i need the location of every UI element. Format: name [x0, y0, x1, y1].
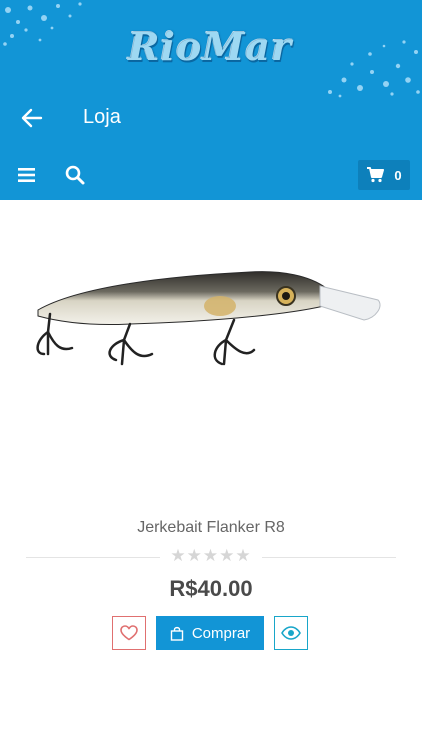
toolbar: 0: [0, 152, 422, 198]
riomar-logo: RioMar: [95, 20, 325, 72]
shopping-bag-icon: [170, 626, 184, 641]
product-image[interactable]: [20, 236, 402, 386]
title-bar: Loja: [0, 92, 422, 144]
cart-count: 0: [394, 167, 402, 183]
divider-right: [262, 557, 396, 558]
shopping-cart-icon: [367, 167, 385, 183]
hamburger-menu-icon: [18, 168, 35, 182]
logo-text: RioMar: [127, 23, 293, 69]
page-title: Loja: [83, 106, 121, 128]
buy-button-label: Comprar: [191, 624, 251, 642]
product-name[interactable]: Jerkebait Flanker R8: [0, 519, 422, 537]
product-price: R$40.00: [169, 576, 253, 601]
app-header: RioMar Loja 0: [0, 0, 422, 200]
buy-button[interactable]: Comprar: [156, 616, 264, 650]
wishlist-button[interactable]: [112, 616, 146, 650]
eye-icon: [281, 626, 301, 640]
heart-icon: [120, 625, 138, 641]
back-button[interactable]: [18, 104, 46, 132]
rating-stars: ★★★★★: [170, 546, 252, 565]
divider-left: [26, 557, 160, 558]
cart-button[interactable]: 0: [358, 160, 410, 190]
quick-view-button[interactable]: [274, 616, 308, 650]
search-button[interactable]: [64, 164, 86, 186]
arrow-left-icon: [21, 108, 43, 128]
menu-button[interactable]: [16, 164, 38, 186]
search-icon: [65, 165, 85, 185]
